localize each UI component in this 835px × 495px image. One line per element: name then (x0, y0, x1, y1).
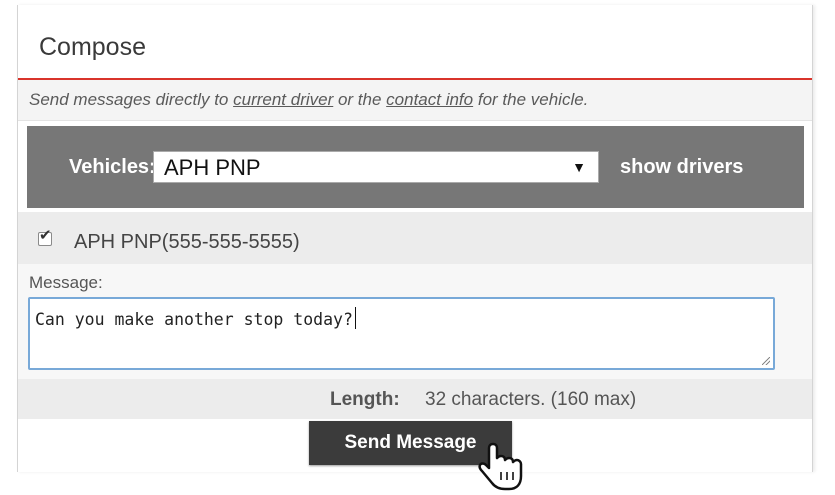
message-area: Message: Can you make another stop today… (18, 264, 812, 379)
message-label: Message: (29, 273, 103, 292)
show-drivers-link[interactable]: show drivers (620, 156, 743, 179)
vehicles-bar: Vehicles: APH PNP ▼ show drivers (27, 126, 804, 208)
intro-suffix: for the vehicle. (473, 90, 589, 109)
recipient-label: APH PNP(555-555-5555) (74, 231, 300, 253)
compose-panel: Compose Send messages directly to curren… (17, 5, 813, 472)
chevron-down-icon: ▼ (572, 159, 586, 175)
contact-info-link[interactable]: contact info (386, 90, 473, 109)
intro-middle: or the (333, 90, 387, 109)
vehicle-select-value: APH PNP (164, 155, 261, 180)
send-message-button[interactable]: Send Message (309, 421, 512, 465)
length-row: Length: 32 characters. (160 max) (18, 379, 812, 419)
intro-prefix: Send messages directly to (29, 90, 234, 109)
checkmark-icon: ✔ (39, 227, 52, 244)
page-title: Compose (39, 33, 146, 61)
vehicle-select[interactable]: APH PNP ▼ (153, 151, 599, 183)
length-label: Length: (330, 389, 400, 410)
resize-grip-icon[interactable] (762, 357, 770, 365)
recipient-row: ✔ APH PNP(555-555-5555) (18, 212, 812, 264)
intro-text: Send messages directly to current driver… (29, 90, 588, 110)
recipient-checkbox[interactable]: ✔ (38, 228, 52, 246)
length-value: 32 characters. (160 max) (425, 389, 637, 410)
compose-header: Compose (18, 5, 812, 80)
intro-banner: Send messages directly to current driver… (18, 80, 812, 121)
message-textarea[interactable]: Can you make another stop today? (28, 297, 775, 370)
vehicles-label: Vehicles: (69, 156, 156, 178)
message-text: Can you make another stop today? (35, 307, 356, 329)
current-driver-link[interactable]: current driver (233, 90, 333, 109)
